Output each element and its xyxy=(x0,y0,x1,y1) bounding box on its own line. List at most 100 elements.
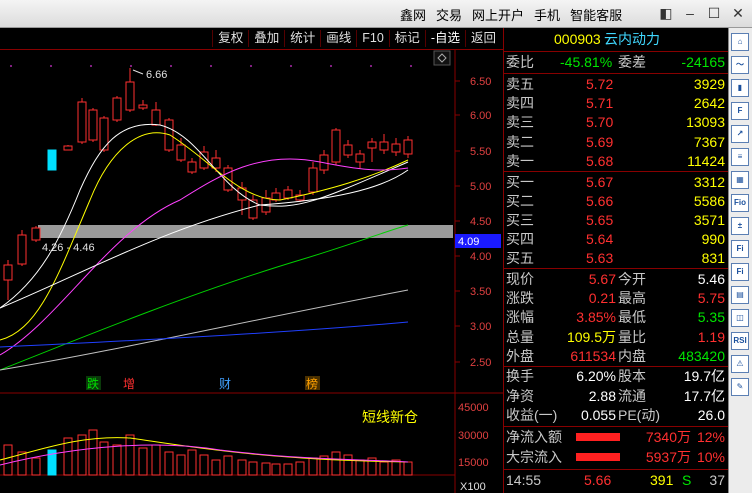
ask-row[interactable]: 卖一 5.68 11424 xyxy=(504,152,729,171)
ask-row[interactable]: 卖四 5.71 2642 xyxy=(504,94,729,113)
home-icon[interactable]: ⌂ xyxy=(731,33,749,51)
annotation-text: 短线新仓 xyxy=(362,409,418,425)
event-mark[interactable]: 财 xyxy=(219,377,231,391)
quote-label: 最高 xyxy=(618,290,646,307)
event-mark[interactable]: 增 xyxy=(123,377,135,391)
trend-icon[interactable]: ↗ xyxy=(731,125,749,143)
skin-icon[interactable]: ◧ xyxy=(656,3,676,23)
candle-body xyxy=(77,101,87,143)
close-icon[interactable]: ✕ xyxy=(728,3,748,23)
ma-line xyxy=(0,169,409,309)
overlay-button[interactable]: 叠加 xyxy=(248,30,284,47)
candle-body xyxy=(151,109,161,126)
menu-mobile[interactable]: 手机 xyxy=(534,5,560,24)
candle-body xyxy=(331,129,341,163)
grid-icon[interactable]: ▤ xyxy=(731,286,749,304)
list-icon[interactable]: ≡ xyxy=(731,148,749,166)
candle-body xyxy=(367,141,377,149)
fund-value: 0.055 xyxy=(580,407,616,423)
quote-value: 5.75 xyxy=(697,290,725,307)
ask-vol: 7367 xyxy=(693,133,725,150)
ask-label: 卖二 xyxy=(506,133,534,150)
menu-support[interactable]: 智能客服 xyxy=(570,5,622,24)
ask-label: 卖三 xyxy=(506,114,534,131)
ask-vol: 13093 xyxy=(686,114,725,131)
title-bar: 鑫网 交易 网上开户 手机 智能客服 ◧ – ☐ ✕ xyxy=(0,0,752,28)
fund-row: 收益(一) 0.055 PE(动) 26.0 xyxy=(504,406,729,425)
candle-body xyxy=(271,192,281,201)
event-mark[interactable]: 榜 xyxy=(306,376,318,391)
bid-row[interactable]: 买五 5.63 831 xyxy=(504,249,729,268)
f10-icon[interactable]: F xyxy=(731,102,749,120)
kline-chart[interactable]: 6.50 6.00 5.50 5.00 4.50 4.00 3.50 3.00 2.50 4500… xyxy=(0,50,503,493)
maximize-icon[interactable]: ☐ xyxy=(704,3,724,23)
flow-bar xyxy=(576,433,620,441)
event-marks: 跌 增 财 榜 xyxy=(86,376,320,391)
flow-pct: 10% xyxy=(696,449,725,465)
price-tick: 3.00 xyxy=(470,321,491,333)
back-button[interactable]: 返回 xyxy=(464,30,501,47)
ask-row[interactable]: 卖二 5.69 7367 xyxy=(504,133,729,152)
range-band xyxy=(38,225,453,238)
menu-xinwang[interactable]: 鑫网 xyxy=(400,5,426,24)
fund-label: 流通 xyxy=(618,387,646,404)
volume-bar xyxy=(3,444,13,476)
minimize-icon[interactable]: – xyxy=(680,3,700,23)
fund-value: 17.7亿 xyxy=(683,387,725,404)
ask-row[interactable]: 卖三 5.70 13093 xyxy=(504,113,729,132)
volume-bar xyxy=(223,455,233,476)
minute-chart-icon[interactable]: 〜 xyxy=(731,56,749,74)
quote-row: 外盘 611534 内盘 483420 xyxy=(504,347,729,366)
candle-body xyxy=(391,143,401,153)
draw-button[interactable]: 画线 xyxy=(320,30,356,47)
stats-button[interactable]: 统计 xyxy=(284,30,320,47)
quote-value: 483420 xyxy=(678,347,725,364)
kline-icon[interactable]: ▮ xyxy=(731,79,749,97)
volume-bar xyxy=(295,461,305,476)
candle-body xyxy=(31,227,41,241)
tick-price: 5.66 xyxy=(584,472,612,488)
price-tick: 4.50 xyxy=(470,216,491,228)
flow-row: 净流入额 7340万 12% xyxy=(504,428,729,447)
fin-icon[interactable]: Fi xyxy=(731,240,749,258)
quote-label: 现价 xyxy=(506,271,534,287)
f10-button[interactable]: F10 xyxy=(356,30,389,47)
fund-label: 股本 xyxy=(618,368,646,384)
bid-row[interactable]: 买二 5.66 5586 xyxy=(504,192,729,211)
flow-value: 5937万 xyxy=(645,449,691,465)
fund-row: 换手 6.20% 股本 19.7亿 xyxy=(504,367,729,386)
fio-icon[interactable]: Fio xyxy=(731,194,749,212)
mark-button[interactable]: 标记 xyxy=(388,30,425,47)
alert-icon[interactable]: ⚠ xyxy=(731,355,749,373)
quote-value: 5.67 xyxy=(588,271,616,287)
candle-body xyxy=(283,189,293,199)
menu-trade[interactable]: 交易 xyxy=(436,5,462,24)
menu-open-account[interactable]: 网上开户 xyxy=(472,5,524,24)
ask-row[interactable]: 卖五 5.72 3929 xyxy=(504,75,729,94)
weibi-value: -45.81% xyxy=(560,54,613,70)
weicha-label: 委差 xyxy=(618,54,646,70)
tool-icon[interactable]: ✎ xyxy=(731,378,749,396)
watchlist-button[interactable]: -自选 xyxy=(424,30,465,47)
fuquan-button[interactable]: 复权 xyxy=(212,30,248,47)
calc-icon[interactable]: ± xyxy=(731,217,749,235)
settings-icon[interactable] xyxy=(433,50,451,66)
quote-row: 涨幅 3.85% 最低 5.35 xyxy=(504,308,729,327)
volume-bar xyxy=(125,434,135,476)
ask-label: 卖四 xyxy=(506,95,534,112)
stock-code: 000903 xyxy=(554,31,601,47)
ask-price: 5.69 xyxy=(586,133,614,150)
chip-icon[interactable]: ▦ xyxy=(731,171,749,189)
compare-icon[interactable]: ◫ xyxy=(731,309,749,327)
event-mark[interactable]: 跌 xyxy=(87,376,99,391)
rsi-icon[interactable]: RSI xyxy=(731,332,749,350)
bid-row[interactable]: 买一 5.67 3312 xyxy=(504,173,729,192)
bid-row[interactable]: 买三 5.65 3571 xyxy=(504,211,729,230)
volume-bar xyxy=(261,462,271,476)
window-controls: ◧ – ☐ ✕ xyxy=(656,3,748,23)
ask-price: 5.68 xyxy=(586,152,614,169)
fin2-icon[interactable]: Fi xyxy=(731,263,749,281)
volume-bar xyxy=(355,459,365,476)
bid-row[interactable]: 买四 5.64 990 xyxy=(504,230,729,249)
price-tick: 2.50 xyxy=(470,357,491,369)
